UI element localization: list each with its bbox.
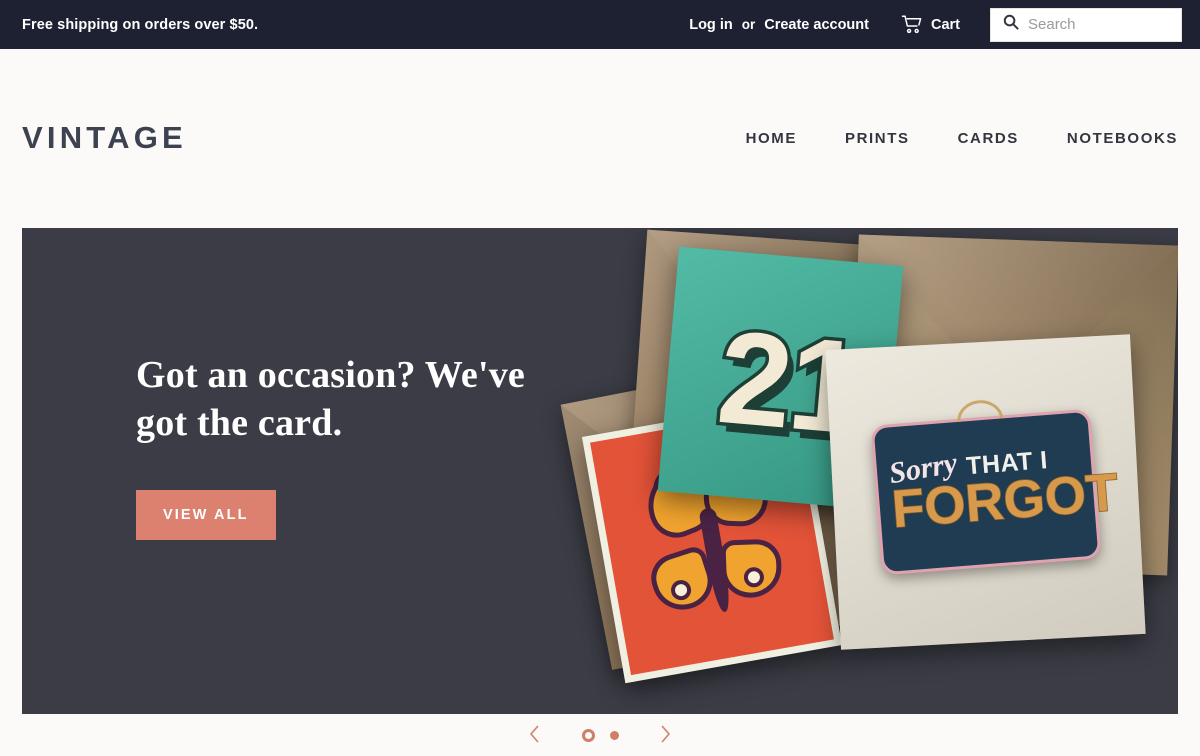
hanging-sign: Sorry THAT I FORGOT (869, 398, 1121, 576)
nav-item-prints[interactable]: PRINTS (845, 124, 910, 153)
announcement-bar: Free shipping on orders over $50. Log in… (0, 0, 1200, 49)
nav-item-home[interactable]: HOME (746, 124, 797, 153)
nav-item-cards[interactable]: CARDS (958, 124, 1019, 153)
account-links: Log in or Create account (689, 17, 869, 33)
cart-label: Cart (930, 16, 960, 33)
search-input[interactable] (1028, 16, 1173, 33)
search-box[interactable] (990, 7, 1182, 42)
or-separator: or (741, 17, 756, 32)
login-link[interactable]: Log in (689, 17, 733, 33)
carousel-dots (581, 728, 619, 742)
search-icon (1003, 14, 1028, 35)
carousel-dot-1[interactable] (581, 728, 595, 742)
hero-title: Got an occasion? We've got the card. (136, 354, 525, 444)
view-all-button[interactable]: VIEW ALL (136, 489, 276, 540)
main-navigation: HOME PRINTS CARDS NOTEBOOKS (746, 124, 1178, 153)
shopping-cart-icon (901, 15, 923, 34)
hero-slide: Got an occasion? We've got the card. VIE… (22, 228, 1178, 714)
carousel-controls (0, 714, 1200, 756)
site-header: VINTAGE HOME PRINTS CARDS NOTEBOOKS (0, 49, 1200, 228)
site-logo[interactable]: VINTAGE (22, 122, 187, 155)
create-account-link[interactable]: Create account (764, 17, 869, 33)
hero-artwork: 21 Sorry THAT I FORGOT (560, 228, 1178, 714)
chevron-left-icon (528, 725, 541, 746)
nav-item-notebooks[interactable]: NOTEBOOKS (1067, 124, 1178, 153)
sign-hook-icon (955, 398, 1003, 423)
sorry-that-i-forgot-card: Sorry THAT I FORGOT (825, 334, 1146, 650)
announcement-message: Free shipping on orders over $50. (22, 16, 259, 33)
cart-link[interactable]: Cart (901, 15, 960, 34)
carousel-prev-button[interactable] (518, 718, 552, 752)
hero-copy: Got an occasion? We've got the card. VIE… (136, 352, 566, 540)
carousel-next-button[interactable] (649, 718, 683, 752)
chevron-right-icon (659, 725, 672, 746)
announcement-actions: Log in or Create account Cart (689, 7, 1182, 42)
carousel-dot-2[interactable] (609, 730, 619, 740)
